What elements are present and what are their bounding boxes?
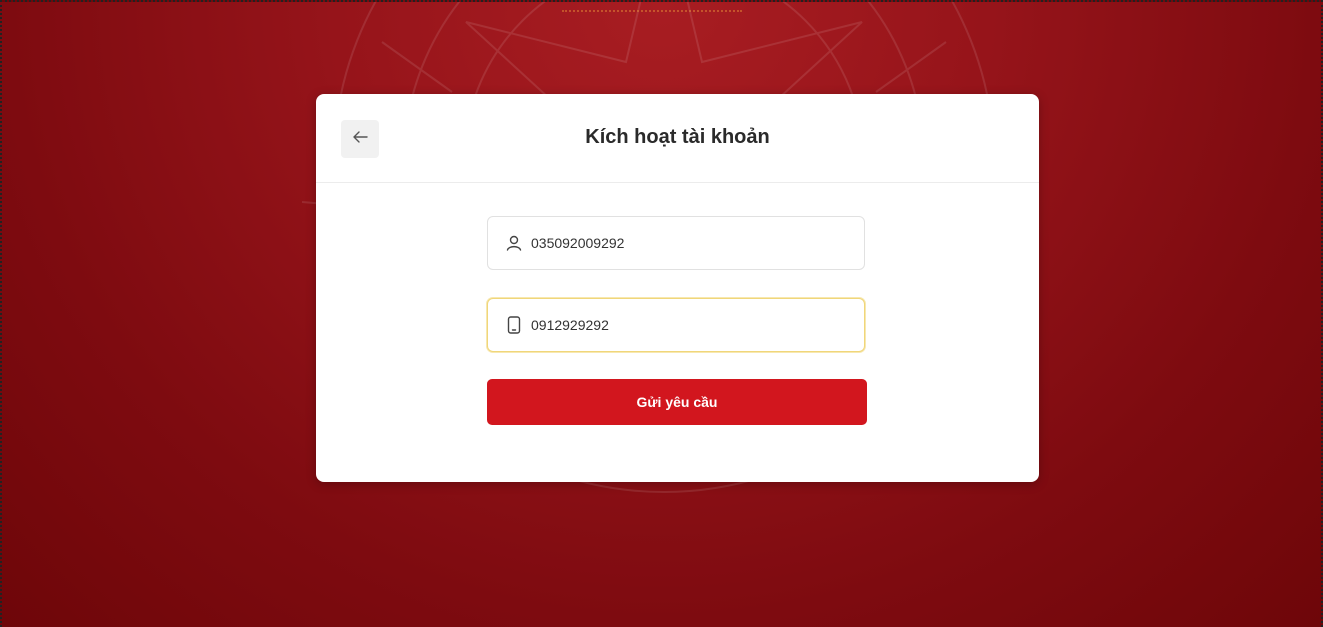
submit-request-button[interactable]: Gửi yêu cầu [487,379,867,425]
mobile-phone-icon [505,316,523,334]
phone-input[interactable] [529,316,833,334]
top-decoration [562,2,742,12]
activation-card: Kích hoạt tài khoản Gửi yêu cầu [316,94,1039,482]
phone-field[interactable] [487,298,865,352]
page-title: Kích hoạt tài khoản [585,126,770,148]
citizen-id-input[interactable] [529,234,833,252]
user-icon [505,234,523,252]
citizen-id-field[interactable] [487,216,865,270]
page-background: Kích hoạt tài khoản Gửi yêu cầu [0,0,1323,627]
card-header: Kích hoạt tài khoản [316,94,1039,183]
